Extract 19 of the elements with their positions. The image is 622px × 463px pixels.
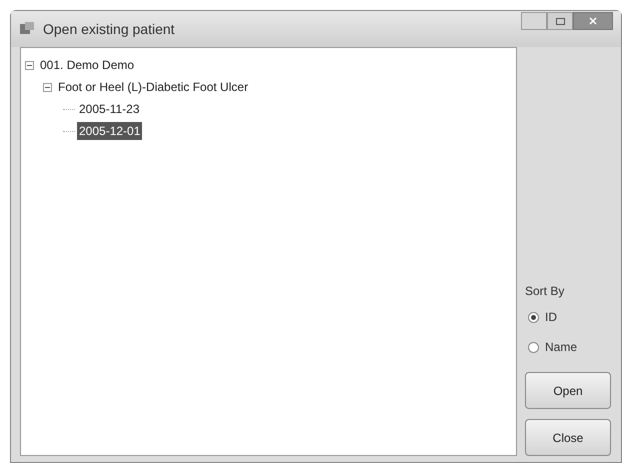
collapse-icon[interactable] <box>25 60 34 70</box>
tree-item[interactable]: 001. Demo Demo <box>38 56 136 74</box>
radio-label: Name <box>545 339 578 356</box>
tree-item[interactable]: 2005-12-01 <box>77 122 142 140</box>
collapse-icon[interactable] <box>43 82 52 92</box>
window-title: Open existing patient <box>43 20 175 39</box>
radio-label: ID <box>545 309 557 326</box>
tree-item[interactable]: 2005-11-23 <box>77 100 142 118</box>
maximize-button[interactable] <box>547 12 573 30</box>
tree-item[interactable]: Foot or Heel (L)-Diabetic Foot Ulcer <box>56 78 250 96</box>
open-button[interactable]: Open <box>525 372 611 409</box>
maximize-icon <box>556 18 564 24</box>
sort-label: Sort By <box>525 283 566 300</box>
radio-button[interactable] <box>528 312 539 322</box>
app-icon <box>19 22 35 36</box>
close-dialog-button[interactable]: Close <box>525 419 611 456</box>
close-button[interactable] <box>573 12 613 30</box>
radio-button[interactable] <box>528 342 539 352</box>
close-icon <box>589 17 597 25</box>
